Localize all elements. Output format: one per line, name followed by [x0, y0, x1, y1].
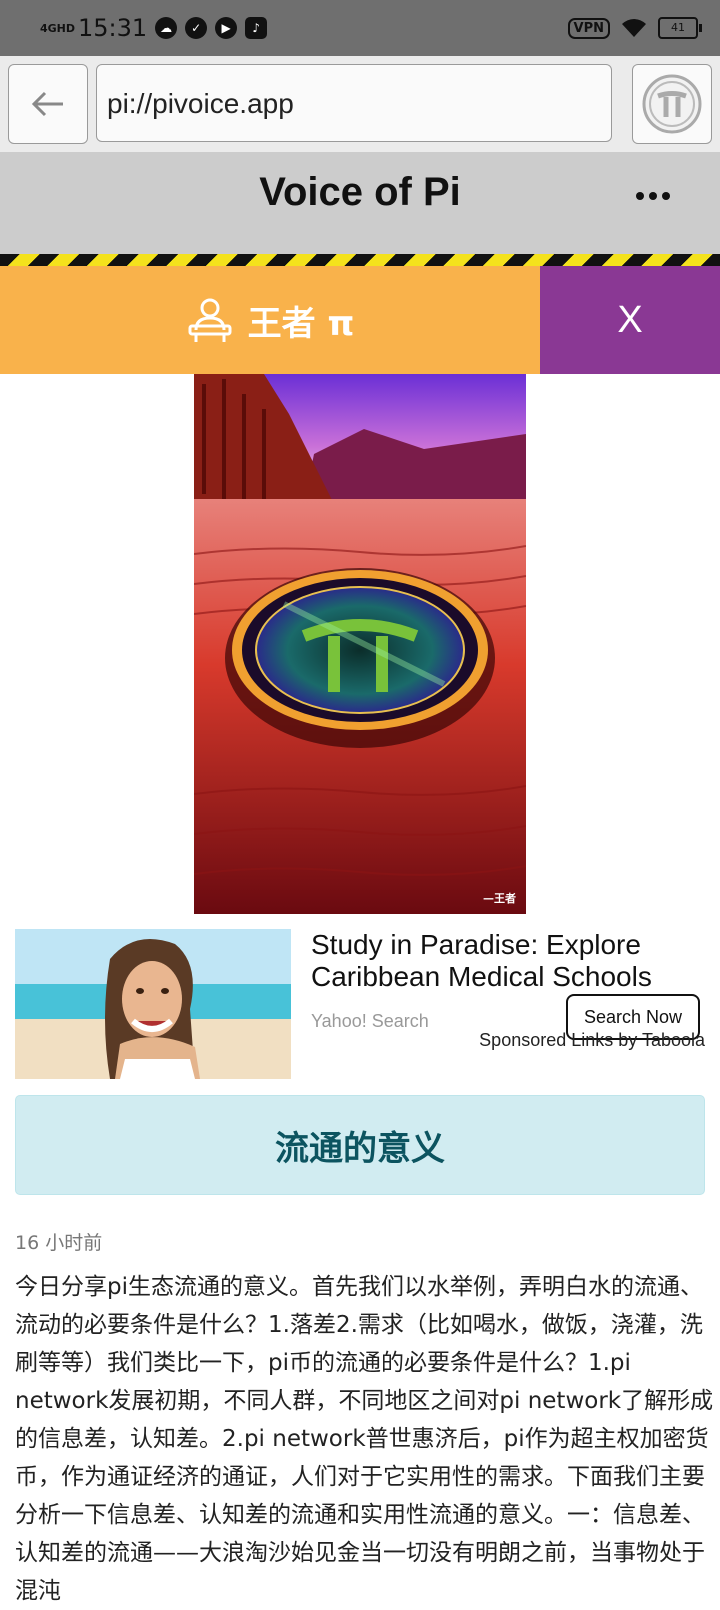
browser-toolbar: pi://pivoice.app [0, 56, 720, 154]
post-body-text: 今日分享pi生态流通的意义。首先我们以水举例，弄明白水的流通、流动的必要条件是什… [15, 1274, 714, 1604]
image-signature: —王者 [483, 892, 516, 905]
dot-icon [649, 192, 657, 200]
ad-sponsor-note[interactable]: Sponsored Links by Taboola [479, 1030, 705, 1051]
pi-logo-icon [642, 74, 702, 134]
author-name: 王者 π [247, 303, 355, 344]
ad-headline[interactable]: Study in Paradise: Explore Caribbean Med… [311, 929, 705, 993]
beach-portrait-image [15, 929, 291, 1079]
desk-user-icon [188, 298, 232, 342]
author-bar[interactable]: 王者 π [0, 266, 540, 374]
clock: 15:31 [78, 14, 148, 42]
url-field[interactable]: pi://pivoice.app [96, 64, 612, 142]
play-icon: ▶ [215, 17, 238, 39]
post-title: 流通的意义 [275, 1128, 445, 1169]
pi-browser-button[interactable] [632, 64, 712, 144]
dot-icon [636, 192, 644, 200]
status-bar: 4GHD 15:31 ☁ ✓ ▶ ♪ VPN 41 [0, 0, 720, 56]
cloud-icon: ☁ [155, 17, 178, 39]
app-header: Voice of Pi [0, 152, 720, 254]
post-title-card: 流通的意义 [15, 1095, 705, 1195]
sponsored-ad[interactable]: Study in Paradise: Explore Caribbean Med… [15, 929, 705, 1079]
ad-image[interactable] [15, 929, 291, 1079]
arrow-left-icon [31, 91, 63, 117]
ad-source: Yahoo! Search [311, 1011, 429, 1031]
tiktok-icon: ♪ [245, 17, 268, 39]
battery-icon: 41 [658, 17, 702, 39]
post-timestamp: 16 小时前 [15, 1232, 103, 1254]
close-button[interactable]: X [540, 266, 720, 374]
wifi-icon [622, 19, 646, 37]
more-menu-button[interactable] [636, 186, 676, 206]
vpn-badge: VPN [567, 17, 610, 39]
back-button[interactable] [8, 64, 88, 144]
dot-icon [662, 192, 670, 200]
status-right: VPN 41 [567, 12, 702, 44]
check-icon: ✓ [185, 17, 208, 39]
hazard-stripe-divider [0, 254, 720, 266]
app-title: Voice of Pi [259, 170, 461, 214]
pi-desert-artwork [194, 374, 526, 914]
post-image: —王者 [194, 374, 526, 914]
status-left: 4GHD 15:31 ☁ ✓ ▶ ♪ [40, 10, 268, 46]
network-indicator: 4GHD [40, 21, 76, 35]
